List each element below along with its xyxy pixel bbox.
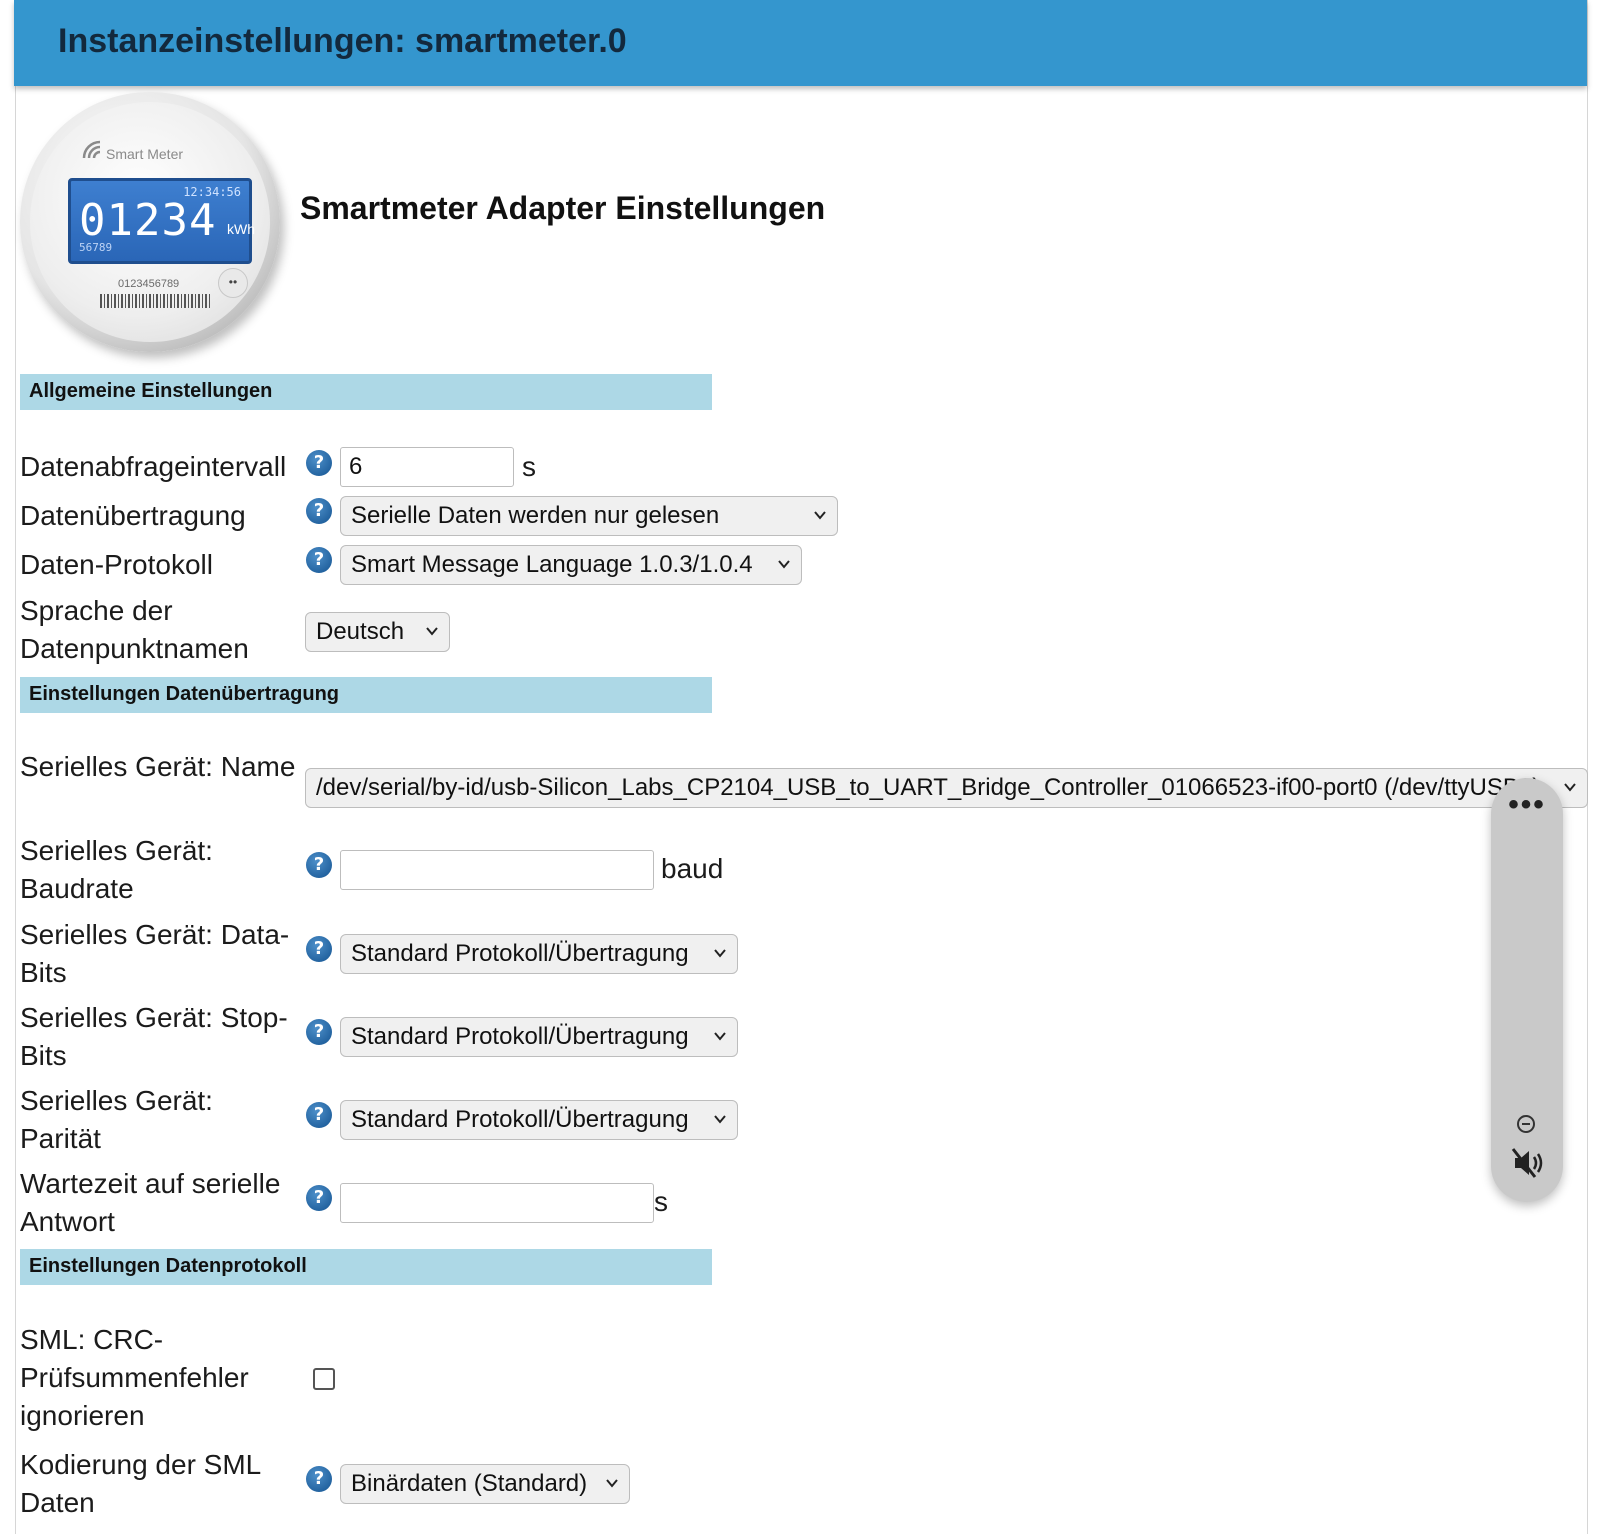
chevron-down-icon [714, 1115, 726, 1124]
section-transfer: Einstellungen Datenübertragung [20, 677, 712, 713]
protocol-select[interactable]: Smart Message Language 1.0.3/1.0.4 [340, 545, 802, 585]
timeout-input[interactable] [340, 1183, 654, 1223]
encoding-label: Kodierung der SML Daten [20, 1449, 261, 1518]
smartmeter-logo: Smart Meter 12:34:56 01234 kWh 56789 012… [20, 92, 280, 352]
stopbits-select[interactable]: Standard Protokoll/Übertragung [340, 1017, 738, 1057]
section-general: Allgemeine Einstellungen [20, 374, 712, 410]
help-icon[interactable]: ? [306, 498, 332, 524]
help-icon[interactable]: ? [306, 450, 332, 476]
databits-select[interactable]: Standard Protokoll/Übertragung [340, 934, 738, 974]
chevron-down-icon [714, 1032, 726, 1041]
databits-select-value: Standard Protokoll/Übertragung [351, 940, 689, 967]
help-icon[interactable]: ? [306, 1102, 332, 1128]
stopbits-select-value: Standard Protokoll/Übertragung [351, 1023, 689, 1050]
help-icon[interactable]: ? [306, 1019, 332, 1045]
chevron-down-icon [814, 511, 826, 520]
language-label: Sprache der Datenpunktnamen [20, 595, 249, 664]
mute-icon[interactable] [1511, 1146, 1545, 1180]
barcode-icon [100, 294, 212, 308]
language-select-value: Deutsch [316, 618, 405, 645]
timeout-unit: s [654, 1186, 668, 1217]
chevron-down-icon [1564, 783, 1576, 792]
section-protocol: Einstellungen Datenprotokoll [20, 1249, 712, 1285]
meter-serial: 0123456789 [118, 278, 180, 290]
language-select[interactable]: Deutsch [305, 612, 450, 652]
meter-brand: Smart Meter [106, 146, 184, 162]
parity-select[interactable]: Standard Protokoll/Übertragung [340, 1100, 738, 1140]
chevron-down-icon [426, 627, 438, 636]
section-protocol-label: Einstellungen Datenprotokoll [29, 1255, 307, 1277]
transfer-select-value: Serielle Daten werden nur gelesen [351, 502, 720, 529]
title-bar: Instanzeinstellungen: smartmeter.0 [14, 0, 1587, 86]
meter-unit: kWh [227, 221, 255, 237]
parity-label: Serielles Gerät: Parität [20, 1085, 213, 1154]
interval-input[interactable]: 6 [340, 447, 514, 487]
stopbits-label: Serielles Gerät: Stop-Bits [20, 1002, 288, 1071]
parity-select-value: Standard Protokoll/Übertragung [351, 1106, 689, 1133]
optical-port-icon: •• [218, 268, 248, 298]
chevron-down-icon [606, 1479, 618, 1488]
interval-label: Datenabfrageintervall [20, 451, 287, 482]
timeout-label: Wartezeit auf serielle Antwort [20, 1168, 281, 1237]
meter-value: 01234 [79, 195, 217, 246]
section-general-label: Allgemeine Einstellungen [29, 380, 273, 402]
help-icon[interactable]: ? [306, 547, 332, 573]
help-icon[interactable]: ? [306, 852, 332, 878]
meter-small-number: 56789 [79, 241, 113, 254]
serial-name-label: Serielles Gerät: Name [20, 751, 296, 782]
baud-input[interactable] [340, 850, 654, 890]
interval-unit: s [522, 451, 536, 482]
baud-label: Serielles Gerät: Baudrate [20, 835, 213, 904]
meter-display: 12:34:56 01234 kWh 56789 [68, 178, 255, 264]
protocol-select-value: Smart Message Language 1.0.3/1.0.4 [351, 551, 753, 578]
databits-label: Serielles Gerät: Data-Bits [20, 919, 290, 988]
floating-toolbar: ••• [1491, 778, 1563, 1202]
window-title: Instanzeinstellungen: smartmeter.0 [58, 22, 627, 60]
signal-icon [82, 140, 101, 159]
help-icon[interactable]: ? [306, 936, 332, 962]
protocol-label: Daten-Protokoll [20, 549, 213, 580]
meter-face: Smart Meter 12:34:56 01234 kWh 56789 012… [30, 102, 270, 342]
page-title: Smartmeter Adapter Einstellungen [300, 190, 826, 226]
crc-label: SML: CRC-Prüfsummenfehler ignorieren [20, 1324, 249, 1431]
help-icon[interactable]: ? [306, 1466, 332, 1492]
minimize-icon[interactable] [1517, 1115, 1535, 1133]
transfer-select[interactable]: Serielle Daten werden nur gelesen [340, 496, 838, 536]
chevron-down-icon [714, 949, 726, 958]
encoding-select-value: Binärdaten (Standard) [351, 1470, 588, 1497]
baud-unit: baud [661, 853, 724, 884]
chevron-down-icon [778, 560, 790, 569]
crc-checkbox[interactable] [313, 1368, 335, 1390]
encoding-select[interactable]: Binärdaten (Standard) [340, 1464, 630, 1504]
more-icon[interactable]: ••• [1491, 788, 1563, 822]
serial-name-select[interactable]: /dev/serial/by-id/usb-Silicon_Labs_CP210… [305, 768, 1588, 808]
help-icon[interactable]: ? [306, 1185, 332, 1211]
section-transfer-label: Einstellungen Datenübertragung [29, 683, 340, 705]
serial-name-select-value: /dev/serial/by-id/usb-Silicon_Labs_CP210… [316, 774, 1541, 801]
transfer-label: Datenübertragung [20, 500, 246, 531]
